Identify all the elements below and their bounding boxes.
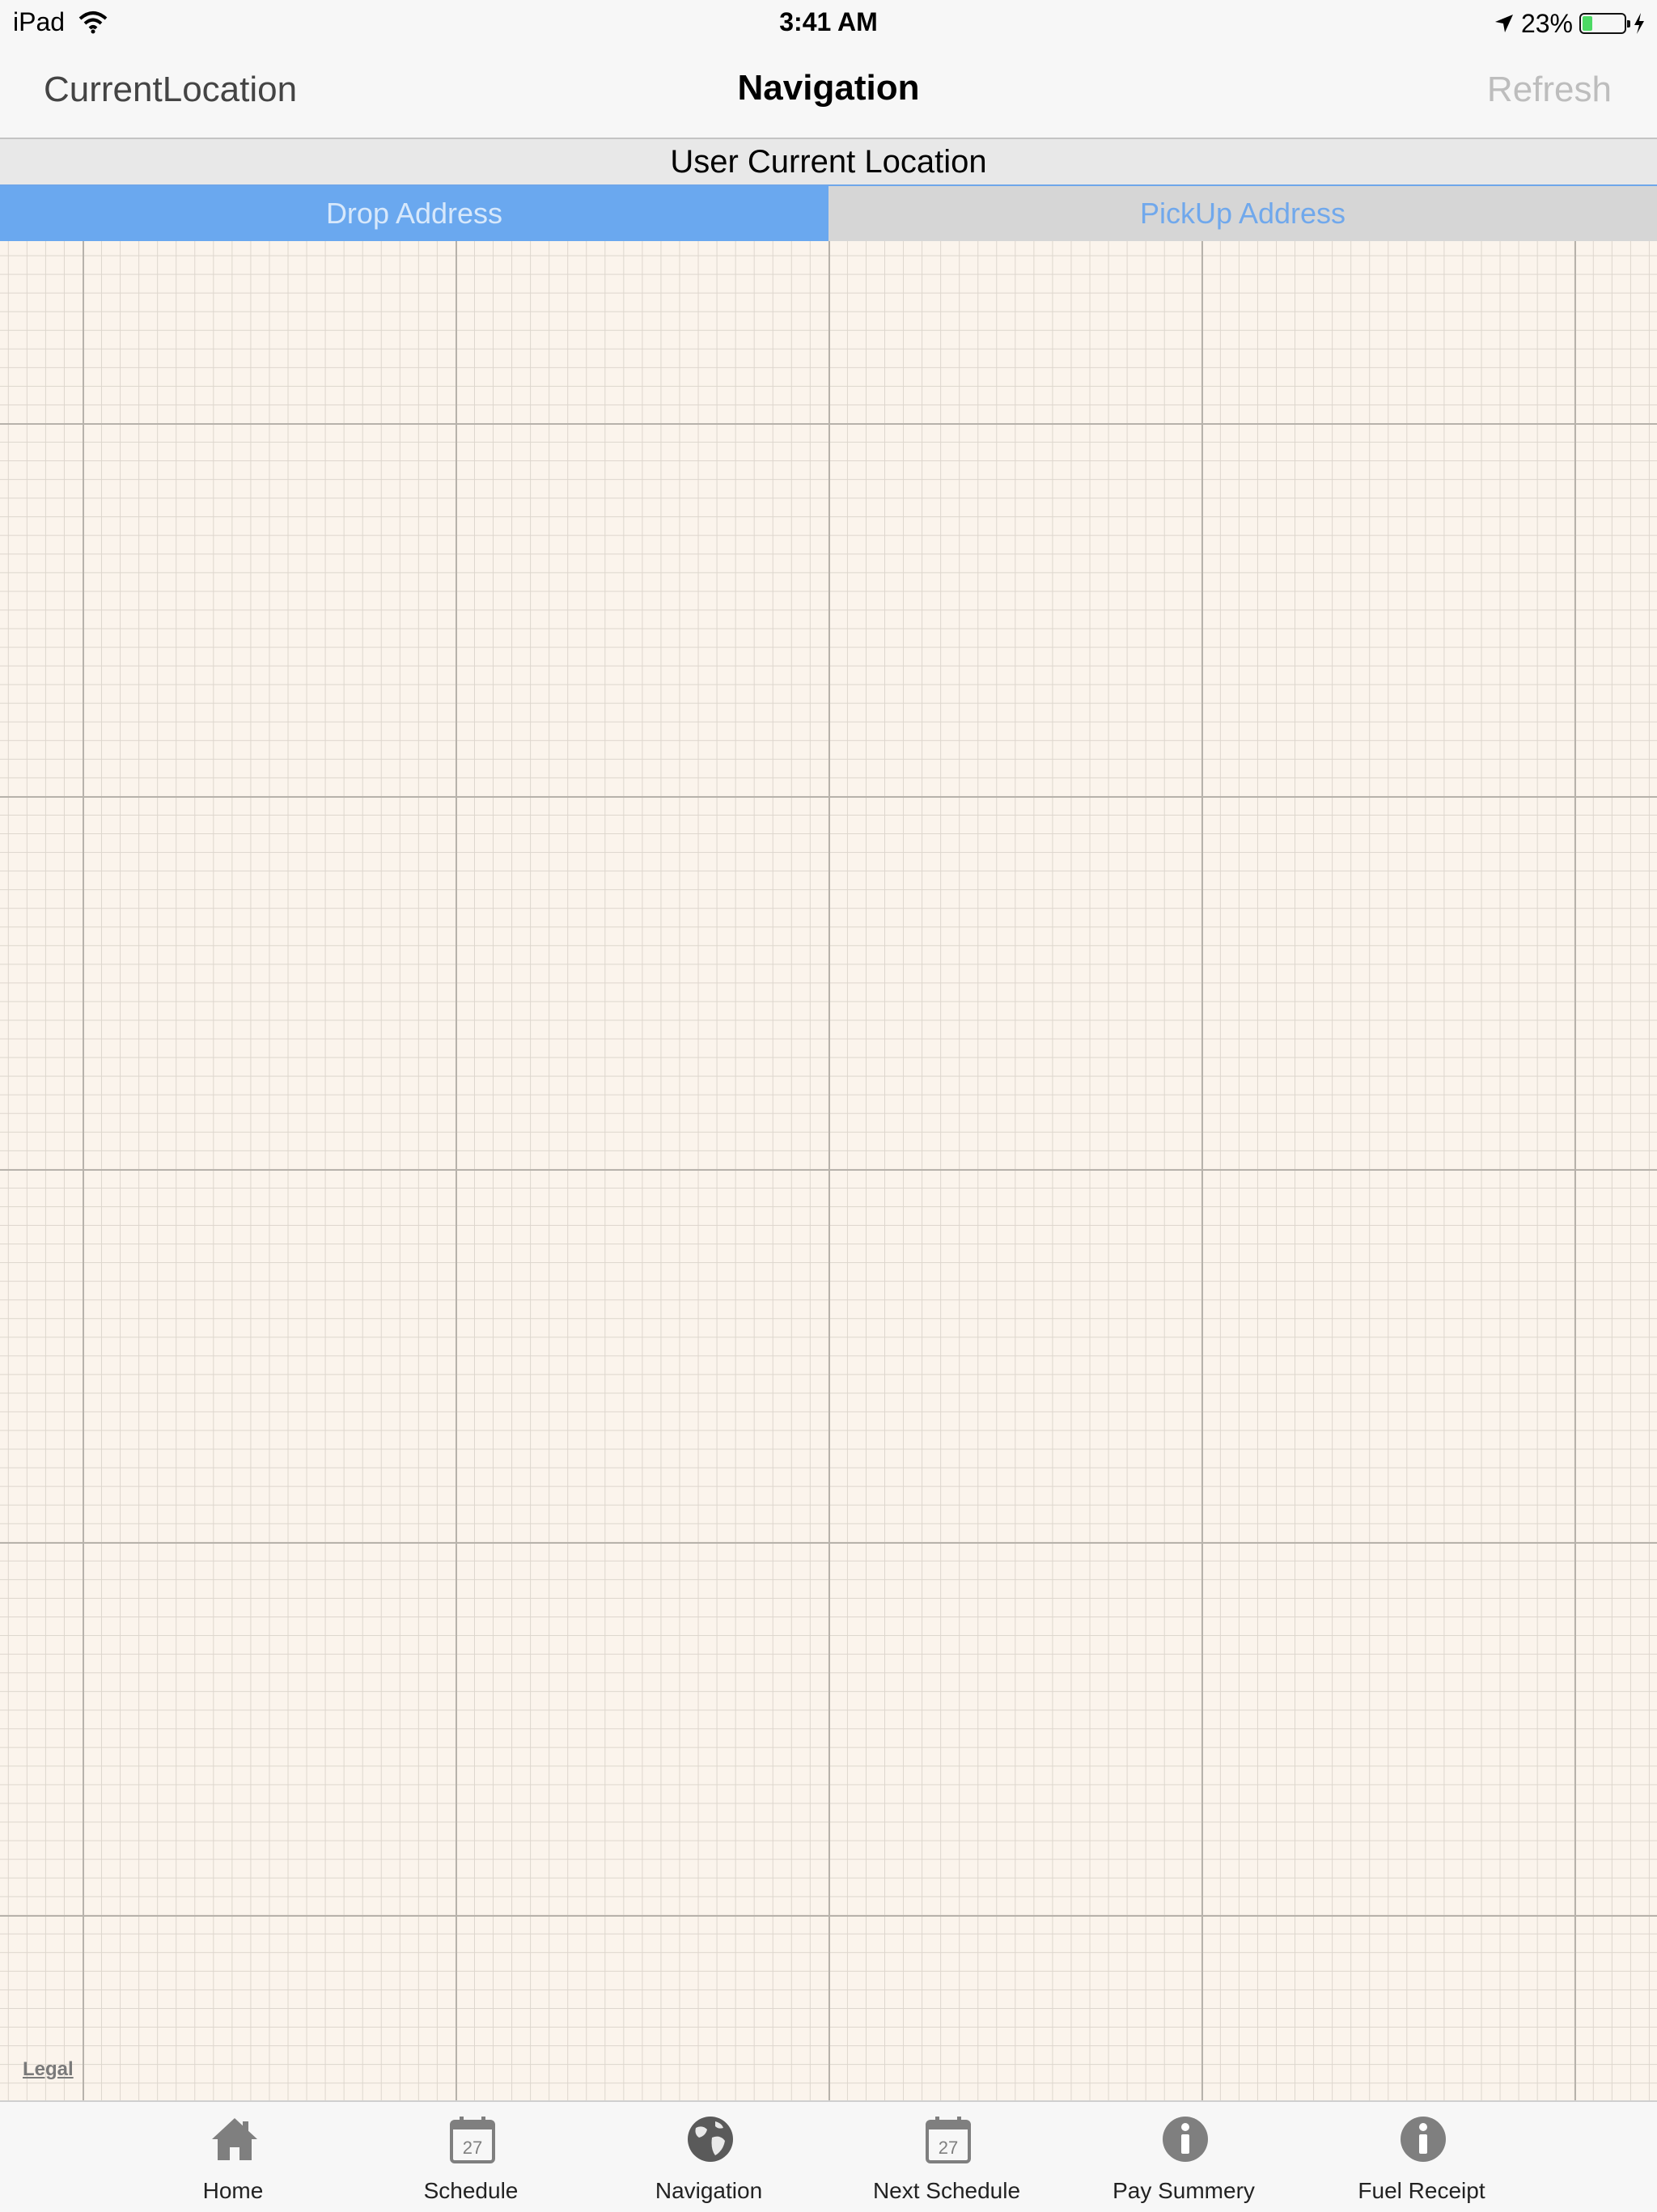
battery-percent: 23% bbox=[1520, 8, 1573, 38]
tab-label: Schedule bbox=[423, 2178, 519, 2203]
status-bar: iPad 3:41 AM 23% bbox=[0, 0, 1657, 45]
calendar-day: 27 bbox=[939, 2138, 958, 2158]
battery-icon bbox=[1579, 13, 1630, 34]
home-icon bbox=[212, 2118, 257, 2160]
tab-label: Next Schedule bbox=[872, 2178, 1021, 2203]
battery-level bbox=[1583, 16, 1592, 31]
tab-label: Pay Summery bbox=[1112, 2178, 1255, 2203]
drop-address-tab[interactable]: Drop Address bbox=[0, 186, 828, 241]
info-icon bbox=[1163, 2117, 1208, 2162]
map-view[interactable]: Legal bbox=[0, 241, 1657, 2100]
tab-bar: Home 27 Schedule Navigation 27 Next Sche… bbox=[0, 2100, 1657, 2212]
address-segmented-control: Drop Address PickUp Address bbox=[0, 186, 1657, 241]
page-title: Navigation bbox=[737, 68, 920, 108]
status-right: 23% bbox=[1494, 7, 1646, 40]
tab-navigation[interactable]: Navigation bbox=[604, 2102, 814, 2212]
calendar-icon: 27 bbox=[450, 2117, 495, 2163]
tab-label: Fuel Receipt bbox=[1358, 2178, 1485, 2203]
tab-fuel-receipt[interactable]: Fuel Receipt bbox=[1316, 2102, 1527, 2212]
tab-home[interactable]: Home bbox=[128, 2102, 338, 2212]
refresh-button[interactable]: Refresh bbox=[1487, 70, 1612, 110]
charging-bolt-icon bbox=[1634, 13, 1644, 34]
tab-pay-summery[interactable]: Pay Summery bbox=[1079, 2102, 1289, 2212]
pickup-address-tab[interactable]: PickUp Address bbox=[828, 186, 1657, 241]
legal-link[interactable]: Legal bbox=[23, 2058, 74, 2081]
calendar-icon: 27 bbox=[926, 2117, 971, 2163]
tab-schedule[interactable]: 27 Schedule bbox=[366, 2102, 576, 2212]
tab-label: Home bbox=[202, 2178, 264, 2203]
status-time: 3:41 AM bbox=[779, 7, 878, 36]
location-arrow-icon bbox=[1494, 15, 1513, 32]
info-icon bbox=[1401, 2117, 1446, 2162]
user-current-location-header: User Current Location bbox=[0, 139, 1657, 186]
tab-next-schedule[interactable]: 27 Next Schedule bbox=[841, 2102, 1052, 2212]
navigation-bar: CurrentLocation Navigation Refresh bbox=[0, 45, 1657, 139]
calendar-day: 27 bbox=[463, 2138, 482, 2158]
globe-icon bbox=[688, 2117, 733, 2162]
tab-label: Navigation bbox=[655, 2178, 763, 2203]
